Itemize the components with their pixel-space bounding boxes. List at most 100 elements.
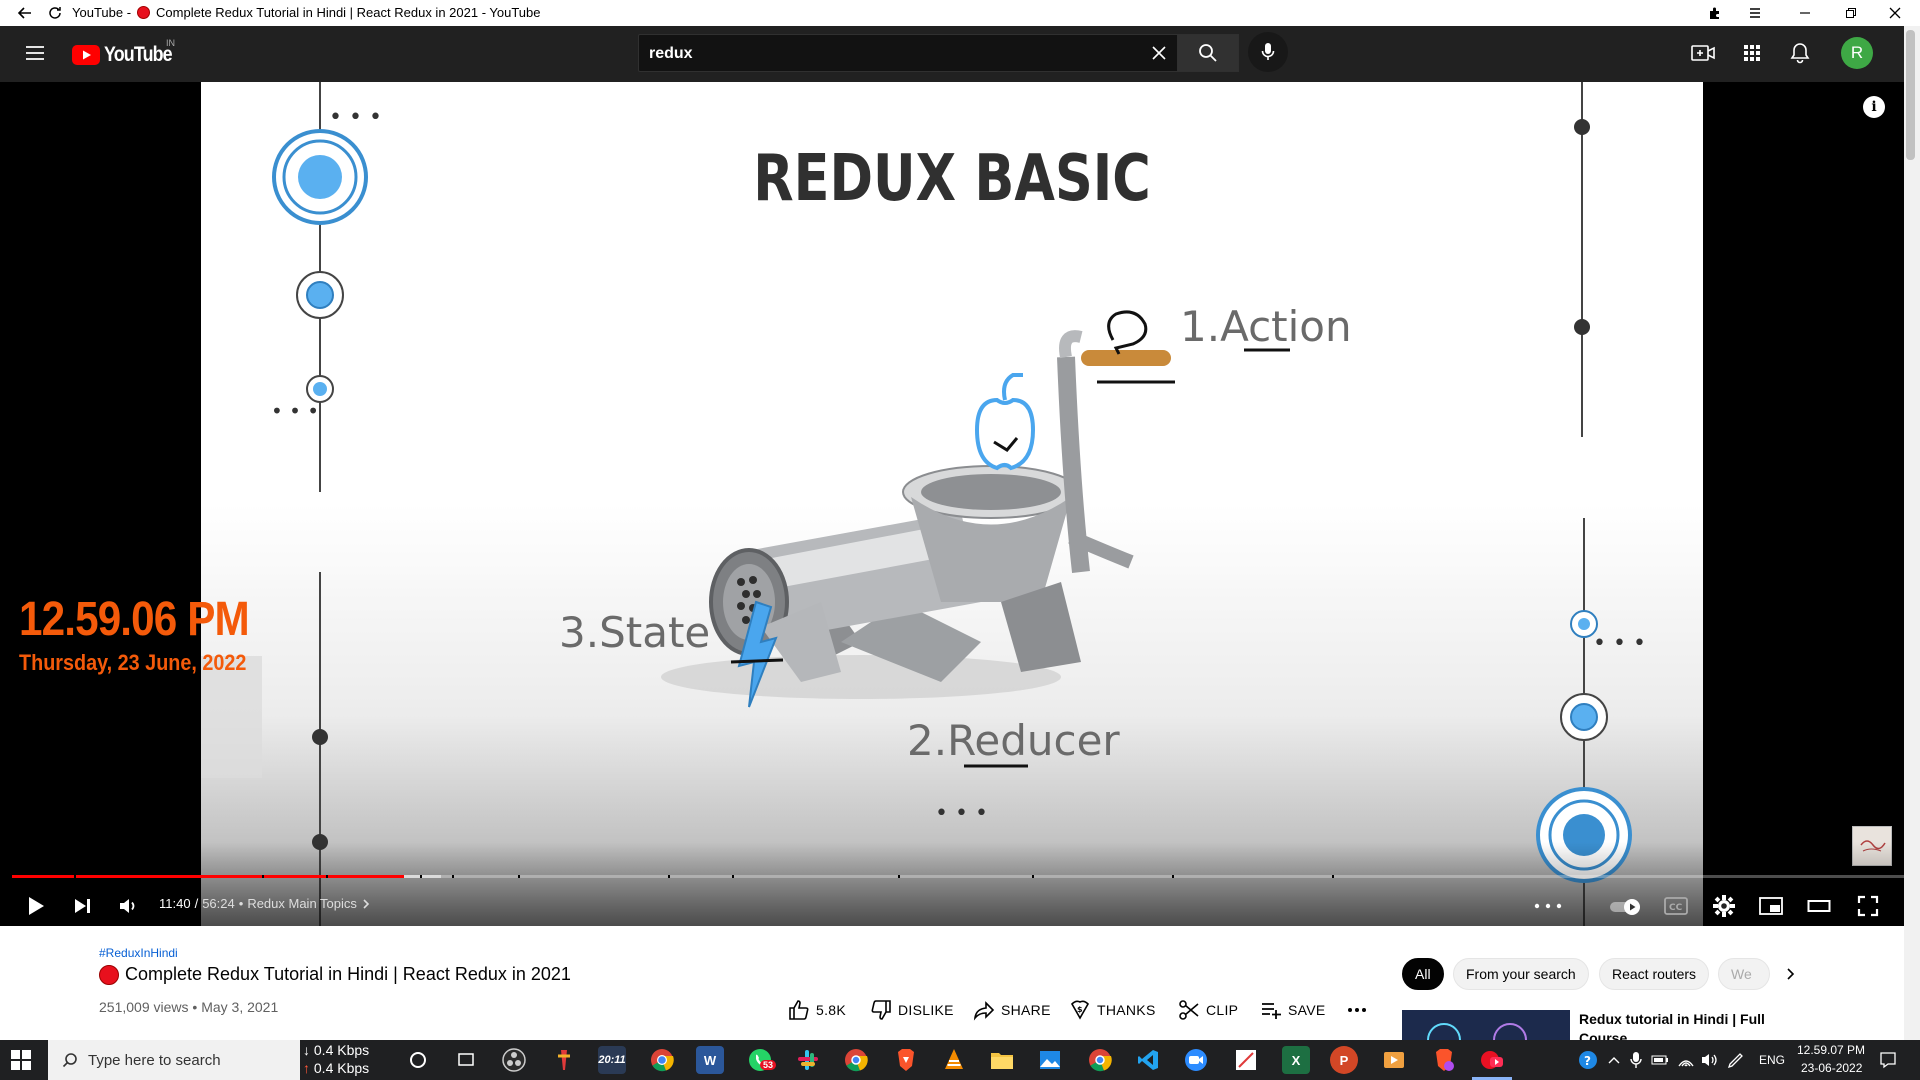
info-card-icon[interactable]: i	[1863, 96, 1885, 118]
theater-mode-button[interactable]	[1801, 888, 1837, 924]
miniplayer-icon	[1759, 897, 1783, 915]
vscode-icon[interactable]	[1134, 1046, 1162, 1074]
time-separator: /	[194, 896, 199, 911]
recommendation-thumbnail[interactable]	[1402, 1010, 1570, 1040]
more-actions-button[interactable]	[1347, 998, 1367, 1022]
hashtag-link[interactable]: #ReduxInHindi	[99, 946, 178, 960]
thanks-button[interactable]: $ THANKS	[1069, 998, 1156, 1022]
snip-tool-icon[interactable]	[1232, 1046, 1260, 1074]
speaker-icon[interactable]	[1696, 1046, 1724, 1074]
clip-button[interactable]: CLIP	[1178, 998, 1238, 1022]
close-window-icon[interactable]	[1880, 0, 1910, 26]
chapter-marker	[452, 875, 454, 878]
clear-search-icon[interactable]	[1151, 45, 1167, 61]
net-down: 0.4 Kbps	[313, 1042, 370, 1058]
view-count: 251,009 views	[99, 999, 189, 1015]
task-view-icon[interactable]	[452, 1046, 480, 1074]
windows-start-icon[interactable]	[10, 1049, 32, 1071]
create-video-icon[interactable]	[1688, 38, 1718, 68]
brave-icon[interactable]	[892, 1046, 920, 1074]
cortana-icon[interactable]	[404, 1046, 432, 1074]
chrome-alt-icon[interactable]	[1086, 1046, 1114, 1074]
restore-icon[interactable]	[1836, 0, 1866, 26]
dislike-label: DISLIKE	[898, 1002, 954, 1018]
settings-button[interactable]	[1706, 888, 1742, 924]
like-button[interactable]: 5.8K	[788, 998, 846, 1022]
page-scrollbar-thumb[interactable]	[1906, 30, 1915, 160]
hamburger-menu-icon[interactable]	[20, 38, 50, 68]
user-avatar[interactable]: R	[1841, 37, 1873, 69]
zoom-icon[interactable]	[1182, 1046, 1210, 1074]
chrome-icon[interactable]	[648, 1046, 676, 1074]
chapter-title[interactable]: Redux Main Topics	[247, 896, 357, 911]
dislike-button[interactable]: DISLIKE	[870, 998, 954, 1022]
youtube-logo[interactable]: YouTube IN	[72, 38, 184, 67]
chip-from-your-search[interactable]: From your search	[1453, 958, 1589, 990]
more-options-button[interactable]	[1530, 888, 1566, 924]
autoplay-toggle-icon	[1610, 899, 1640, 915]
menu-icon[interactable]	[1740, 0, 1770, 26]
reload-icon[interactable]	[40, 0, 70, 26]
autoplay-toggle[interactable]	[1606, 888, 1646, 924]
search-icon	[1199, 44, 1217, 62]
chevron-right-icon[interactable]	[361, 898, 371, 910]
video-frame: • • • • • • • • • • • • REDUX BASIC 1.Ac…	[201, 82, 1703, 926]
taskbar-clock-time[interactable]: 12.59.07 PM	[1797, 1043, 1865, 1057]
search-button[interactable]	[1177, 34, 1239, 72]
vlc-icon[interactable]	[940, 1046, 968, 1074]
youtube-app-icon[interactable]	[1478, 1046, 1506, 1074]
search-icon	[62, 1053, 77, 1068]
share-icon	[973, 1001, 995, 1021]
next-button[interactable]	[64, 888, 100, 924]
chapter-marker	[1332, 875, 1334, 878]
window-title-text: Complete Redux Tutorial in Hindi | React…	[156, 5, 541, 20]
video-player[interactable]: • • • • • • • • • • • • REDUX BASIC 1.Ac…	[0, 82, 1904, 926]
save-button[interactable]: SAVE	[1260, 998, 1326, 1022]
apps-grid-icon[interactable]	[1737, 38, 1767, 68]
play-button[interactable]	[18, 888, 54, 924]
file-explorer-icon[interactable]	[988, 1046, 1016, 1074]
powerpoint-icon[interactable]: P	[1330, 1046, 1358, 1074]
chips-next-button[interactable]	[1770, 958, 1810, 990]
share-button[interactable]: SHARE	[973, 998, 1051, 1022]
extensions-icon[interactable]	[1700, 0, 1730, 26]
clock-overlay-time: 12.59.06 PM	[19, 593, 250, 646]
pen-workspace-icon[interactable]	[1722, 1046, 1750, 1074]
page-scrollbar[interactable]	[1904, 26, 1920, 1040]
word-icon[interactable]: W	[696, 1046, 724, 1074]
window-title: YouTube - Complete Redux Tutorial in Hin…	[72, 5, 540, 20]
duration: 56:24	[202, 896, 235, 911]
obs-icon[interactable]	[500, 1046, 528, 1074]
miniplayer-button[interactable]	[1753, 888, 1789, 924]
search-input[interactable]	[647, 35, 1121, 73]
help-icon[interactable]: ?	[1574, 1046, 1602, 1074]
language-indicator[interactable]: ENG	[1759, 1053, 1785, 1067]
photos-icon[interactable]	[1036, 1046, 1064, 1074]
excel-icon[interactable]: X	[1282, 1046, 1310, 1074]
slack-icon[interactable]	[794, 1046, 822, 1074]
svg-text:CC: CC	[1669, 903, 1683, 913]
mute-button[interactable]	[110, 888, 146, 924]
brave-alt-icon[interactable]	[1430, 1046, 1458, 1074]
app-pen-icon[interactable]	[550, 1046, 578, 1074]
scissors-icon	[1179, 1000, 1199, 1020]
app-2011-icon[interactable]: 20:11	[598, 1046, 626, 1074]
taskbar-clock-date[interactable]: 23-06-2022	[1801, 1061, 1862, 1075]
chrome-profile-icon[interactable]	[842, 1046, 870, 1074]
action-center-icon[interactable]	[1874, 1046, 1902, 1074]
chip-truncated[interactable]: We	[1718, 958, 1770, 990]
voice-search-button[interactable]	[1248, 32, 1288, 72]
whatsapp-icon[interactable]: 53	[746, 1046, 777, 1074]
notifications-bell-icon[interactable]	[1785, 38, 1815, 68]
chip-react-routers[interactable]: React routers	[1599, 958, 1710, 990]
back-icon[interactable]	[8, 0, 42, 26]
fullscreen-button[interactable]	[1850, 888, 1886, 924]
minimize-icon[interactable]	[1790, 0, 1820, 26]
subtitles-button[interactable]: CC	[1656, 888, 1696, 924]
chip-all[interactable]: All	[1402, 958, 1444, 990]
battery-icon[interactable]	[1646, 1046, 1674, 1074]
taskbar-search-box[interactable]: Type here to search	[48, 1040, 300, 1080]
meat-grinder-illustration	[661, 330, 1171, 699]
current-time: 11:40	[159, 896, 191, 911]
media-player-icon[interactable]	[1380, 1046, 1408, 1074]
